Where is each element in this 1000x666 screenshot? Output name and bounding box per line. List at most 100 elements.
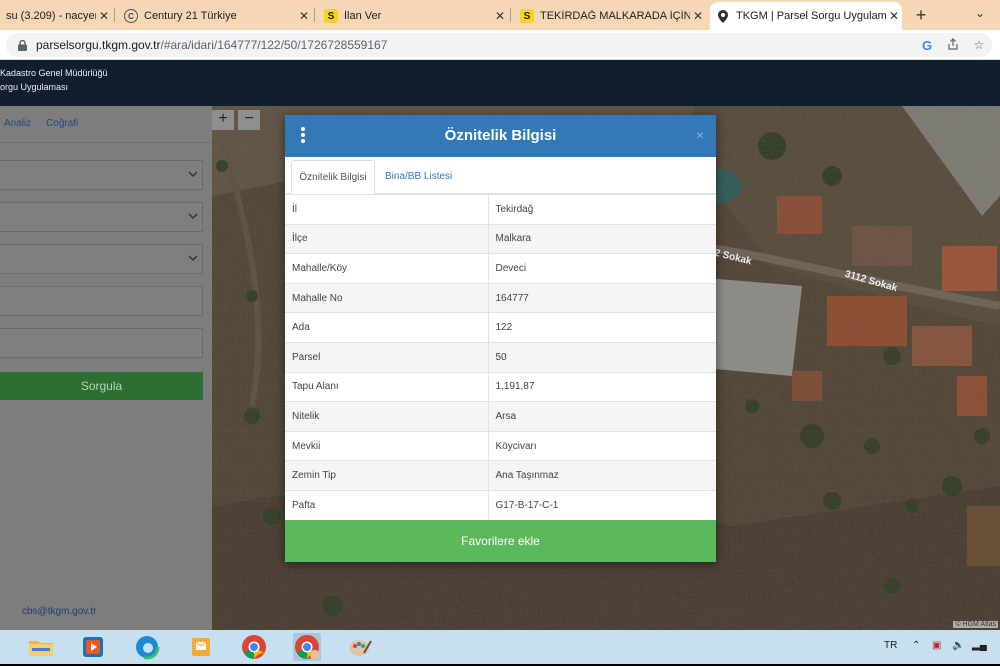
neighborhood-select[interactable] bbox=[0, 244, 203, 274]
attribute-table: İl Tekirdağ İlçe Malkara Mahalle/Köy Deveci Ma… bbox=[285, 194, 716, 521]
table-row: Pafta G17-B-17-C-1 bbox=[285, 489, 716, 521]
tab-search-chevron-icon[interactable]: ⌄ bbox=[975, 6, 985, 20]
outlook-icon[interactable] bbox=[187, 633, 215, 661]
sahibinden-icon: S bbox=[520, 9, 534, 23]
query-button[interactable]: Sorgula bbox=[0, 372, 203, 400]
tab-close-icon[interactable]: ✕ bbox=[96, 9, 112, 23]
wifi-signal-icon[interactable]: ▂▄ bbox=[972, 640, 987, 651]
table-row: Ada 122 bbox=[285, 312, 716, 343]
map-pin-icon bbox=[716, 9, 730, 23]
browser-tab-strip: su (3.209) - nacyer ✕ C Century 21 Türki… bbox=[0, 0, 1000, 30]
close-icon[interactable]: × bbox=[696, 127, 704, 143]
chevron-down-icon bbox=[188, 213, 198, 220]
attribute-value: 164777 bbox=[488, 282, 716, 313]
browser-tab-century21[interactable]: C Century 21 Türkiye ✕ bbox=[118, 2, 312, 30]
tab-title: su (3.209) - nacyer bbox=[6, 10, 96, 22]
header-app-name: orgu Uygulaması bbox=[0, 82, 69, 92]
dialog-title: Öznitelik Bilgisi bbox=[444, 127, 557, 144]
tab-title: TKGM | Parsel Sorgu Uygulama bbox=[736, 10, 886, 22]
attribute-key: İlçe bbox=[285, 223, 489, 254]
url-host: parselsorgu.tkgm.gov.tr bbox=[36, 38, 161, 52]
table-row: Mahalle No 164777 bbox=[285, 282, 716, 313]
network-warning-icon[interactable]: ▣ bbox=[932, 640, 941, 651]
tab-building-list[interactable]: Bina/BB Listesi bbox=[379, 160, 458, 194]
attribute-value: 1.191,87 bbox=[488, 371, 716, 402]
chrome-profile-icon[interactable] bbox=[293, 633, 321, 661]
app-header: Kadastro Genel Müdürlüğü orgu Uygulaması bbox=[0, 60, 1000, 106]
attribute-key: Parsel bbox=[285, 341, 489, 373]
tab-title: TEKİRDAĞ MALKARADA İÇİNDE bbox=[540, 10, 690, 22]
zoom-in-button[interactable]: + bbox=[212, 110, 234, 130]
attribute-info-dialog: Öznitelik Bilgisi × Öznitelik Bilgisi Bi… bbox=[285, 115, 716, 562]
attribute-value: Köycivarı bbox=[488, 430, 716, 461]
attribute-key: Mahalle No bbox=[285, 282, 489, 313]
table-row: Nitelik Arsa bbox=[285, 401, 716, 432]
table-row: Mevkii Köycivarı bbox=[285, 430, 716, 461]
tab-cografi[interactable]: Coğrafi bbox=[46, 118, 78, 129]
tab-close-icon[interactable]: ✕ bbox=[296, 9, 312, 23]
google-lens-icon[interactable]: G bbox=[914, 38, 940, 53]
attribute-value: Ana Taşınmaz bbox=[488, 460, 716, 491]
table-row: Tapu Alanı 1.191,87 bbox=[285, 371, 716, 402]
url-text[interactable]: parselsorgu.tkgm.gov.tr/#ara/idari/16477… bbox=[36, 38, 914, 52]
query-sidebar: Analiz Coğrafi Sorgula cbs@tkgm.gov.tr bbox=[0, 106, 212, 630]
tab-title: Century 21 Türkiye bbox=[144, 10, 237, 22]
tab-close-icon[interactable]: ✕ bbox=[690, 9, 706, 23]
district-select[interactable] bbox=[0, 202, 203, 232]
share-icon[interactable] bbox=[940, 37, 966, 53]
attribute-value: Malkara bbox=[488, 223, 716, 254]
attribute-value: 122 bbox=[488, 312, 716, 343]
sidebar-tabs: Analiz Coğrafi bbox=[4, 118, 90, 129]
chrome-icon[interactable] bbox=[240, 633, 268, 661]
media-player-icon[interactable] bbox=[79, 633, 107, 661]
tab-title: İlan Ver bbox=[344, 10, 382, 22]
zoom-out-button[interactable]: − bbox=[238, 110, 260, 130]
attribute-value: Deveci bbox=[488, 253, 716, 284]
attribute-key: Pafta bbox=[285, 489, 489, 521]
tray-chevron-up-icon[interactable]: ⌃ bbox=[912, 640, 920, 651]
header-org-name: Kadastro Genel Müdürlüğü bbox=[0, 68, 108, 78]
attribute-key: Nitelik bbox=[285, 401, 489, 432]
attribute-key: Zemin Tip bbox=[285, 460, 489, 491]
table-row: Zemin Tip Ana Taşınmaz bbox=[285, 460, 716, 491]
url-path: /#ara/idari/164777/122/50/1726728559167 bbox=[160, 38, 388, 52]
dialog-header: Öznitelik Bilgisi × bbox=[285, 115, 716, 157]
windows-taskbar: TR ⌃ ▣ 🔈 ▂▄ bbox=[0, 630, 1000, 664]
attribute-key: Ada bbox=[285, 312, 489, 343]
lock-icon[interactable] bbox=[14, 39, 30, 51]
tab-attribute-info[interactable]: Öznitelik Bilgisi bbox=[291, 160, 375, 194]
parsel-input[interactable] bbox=[0, 328, 203, 358]
tab-analiz[interactable]: Analiz bbox=[4, 118, 31, 129]
tab-close-icon[interactable]: ✕ bbox=[886, 9, 902, 23]
attribute-key: Mahalle/Köy bbox=[285, 253, 489, 284]
contact-email-link[interactable]: cbs@tkgm.gov.tr bbox=[22, 606, 96, 617]
new-tab-button[interactable]: + bbox=[910, 4, 932, 26]
browser-toolbar: parselsorgu.tkgm.gov.tr/#ara/idari/16477… bbox=[0, 30, 1000, 60]
browser-tab-tekirdag[interactable]: S TEKİRDAĞ MALKARADA İÇİNDE ✕ bbox=[514, 2, 706, 30]
bookmark-star-icon[interactable]: ☆ bbox=[966, 38, 992, 52]
attribute-key: Tapu Alanı bbox=[285, 371, 489, 402]
zoom-controls: + − bbox=[212, 110, 264, 130]
browser-tab-ilan-ver[interactable]: S İlan Ver ✕ bbox=[318, 2, 508, 30]
edge-icon[interactable] bbox=[133, 633, 161, 661]
chevron-down-icon bbox=[188, 255, 198, 262]
ada-input[interactable] bbox=[0, 286, 203, 316]
sahibinden-icon: S bbox=[324, 9, 338, 23]
attribute-value: Arsa bbox=[488, 401, 716, 432]
attribute-key: Mevkii bbox=[285, 430, 489, 461]
tab-close-icon[interactable]: ✕ bbox=[492, 9, 508, 23]
add-to-favorites-button[interactable]: Favorilere ekle bbox=[285, 520, 716, 562]
volume-icon[interactable]: 🔈 bbox=[952, 640, 964, 651]
browser-tab-mail[interactable]: su (3.209) - nacyer ✕ bbox=[0, 2, 112, 30]
chevron-down-icon bbox=[188, 171, 198, 178]
province-select[interactable] bbox=[0, 160, 203, 190]
attribute-key: İl bbox=[285, 194, 489, 225]
c21-icon: C bbox=[124, 9, 138, 23]
paint-icon[interactable] bbox=[346, 633, 374, 661]
file-explorer-icon[interactable] bbox=[27, 633, 55, 661]
address-bar[interactable]: parselsorgu.tkgm.gov.tr/#ara/idari/16477… bbox=[6, 33, 992, 57]
browser-tab-tkgm[interactable]: TKGM | Parsel Sorgu Uygulama ✕ bbox=[710, 2, 902, 30]
table-row: Mahalle/Köy Deveci bbox=[285, 253, 716, 284]
input-language[interactable]: TR bbox=[884, 640, 897, 651]
table-row: Parsel 50 bbox=[285, 341, 716, 373]
